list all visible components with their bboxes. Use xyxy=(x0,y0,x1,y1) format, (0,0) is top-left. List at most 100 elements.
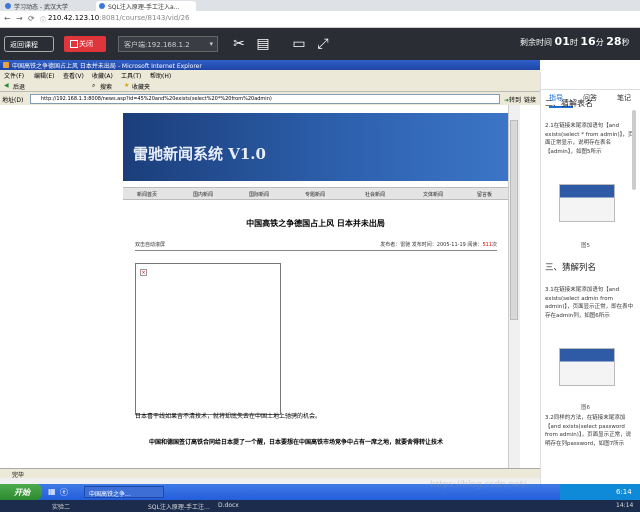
guide-panel: 指导 问答 笔记 二、猜解表名 2.1在链接末尾添加语句【and exists(… xyxy=(540,72,640,484)
ie-status-bar: 完毕 xyxy=(0,468,540,479)
article-paragraph: 日本喜干线如果吉不清技术，就将却底失去在中国土地上驰骋的机会。 xyxy=(135,413,322,420)
star-icon[interactable]: ★ xyxy=(124,82,129,89)
ie-scroll-thumb[interactable] xyxy=(510,120,518,320)
article-info: 发布者：雷驰 发布时间：2005-11-19 阅读：511次 xyxy=(380,241,497,248)
guide-scrollbar[interactable] xyxy=(632,110,636,190)
figure-5-caption: 图5 xyxy=(581,243,590,249)
reload-icon[interactable]: ⟳ xyxy=(28,14,35,23)
guide-tabs xyxy=(541,72,640,90)
tab-label: 学习动态 - 武汉大学 xyxy=(14,4,68,11)
site-banner: 雷驰新闻系统 V1.0 xyxy=(123,113,508,181)
taskbar-item-ie[interactable]: 中国高铁之争... xyxy=(84,486,164,498)
browser-address-bar: ← → ⟳ ⓘ 210.42.123.10:8081/course/8143/v… xyxy=(0,11,640,28)
browser-tab[interactable]: 学习动态 - 武汉大学 xyxy=(2,1,94,11)
browser-tab-strip: 学习动态 - 武汉大学 SQL注入原理-手工注入a... xyxy=(0,0,640,11)
browser-tab-active[interactable]: SQL注入原理-手工注入a... xyxy=(96,1,196,11)
timer-hours: 01 xyxy=(554,35,570,48)
nav-international[interactable]: 国际新闻 xyxy=(249,191,269,198)
remaining-time: 剩余时间 01时 16分 28秒 xyxy=(520,35,630,48)
broken-image-icon: × xyxy=(140,269,147,276)
start-button[interactable]: 开始 xyxy=(0,484,42,500)
nav-guestbook[interactable]: 留言板 xyxy=(477,191,492,198)
menu-tools[interactable]: 工具(T) xyxy=(121,71,141,80)
url-path: :8081/course/8143/vid/26 xyxy=(99,14,190,22)
timer-minutes: 16 xyxy=(580,35,596,48)
timer-label: 剩余时间 xyxy=(520,38,552,47)
article-info-text: 发布者：雷驰 发布时间：2005-11-19 阅读： xyxy=(380,242,483,248)
nav-domestic[interactable]: 国内新闻 xyxy=(193,191,213,198)
guide-step-3-2: 3.2同样的方法，在链接末尾添加【and exists(select passw… xyxy=(545,415,632,447)
ie-address-row: 地址(D) http://192.168.1.3:8008/news.asp?i… xyxy=(0,92,540,105)
tray-clock: 6:14 xyxy=(616,488,632,496)
host-taskbar: 实验二 SQL注入原理-手工注... D.docx 14:14 xyxy=(0,500,640,512)
guide-step-3-1: 3.1在链接末尾添加语句【and exists(select admin fro… xyxy=(545,287,634,319)
ie-address-value: http://192.168.1.3:8008/news.asp?id=45%2… xyxy=(41,96,272,102)
fullscreen-icon[interactable]: ⤢ xyxy=(314,34,332,54)
back-to-course-label: 返回课程 xyxy=(10,41,38,49)
timer-seconds: 28 xyxy=(606,35,622,48)
read-count: 511 xyxy=(482,242,492,248)
lab-toolbar: 返回课程 关闭 客户端:192.168.1.2 ▾ ✂ ▤ ▭ ⤢ 剩余时间 01… xyxy=(0,28,640,60)
guide-content: 二、猜解表名 2.1在链接末尾添加语句【and exists(select * … xyxy=(541,99,640,484)
article-paragraph-bold: 中国和德国签订高铁合同给日本提了一个醒，日本要想在中国高铁市场竞争中占有一席之地… xyxy=(149,439,444,446)
url-field[interactable]: 210.42.123.10:8081/course/8143/vid/26 xyxy=(48,14,189,22)
ie-back-icon[interactable]: ◀ xyxy=(4,82,9,89)
back-arrow-icon[interactable]: ← xyxy=(4,14,11,23)
ie-address-label: 地址(D) xyxy=(2,97,24,104)
read-unit: 次 xyxy=(491,242,497,248)
figure-6-image xyxy=(559,348,615,386)
article-image-placeholder: × xyxy=(135,263,281,415)
ie-icon[interactable]: ⓔ xyxy=(60,487,68,498)
url-host: 210.42.123.10 xyxy=(48,14,100,22)
tab-notes[interactable]: 笔记 xyxy=(617,93,631,103)
nav-special[interactable]: 专题新闻 xyxy=(305,191,325,198)
nav-society[interactable]: 社会新闻 xyxy=(365,191,385,198)
clipboard-icon[interactable]: ▤ xyxy=(254,34,272,54)
menu-view[interactable]: 查看(V) xyxy=(63,71,84,80)
menu-favorites[interactable]: 收藏(A) xyxy=(92,71,113,80)
menu-file[interactable]: 文件(F) xyxy=(4,71,24,80)
host-task-2[interactable]: SQL注入原理-手工注... xyxy=(148,502,210,511)
ie-title: 中国高铁之争德国占上风 日本并未出局 - Microsoft Internet … xyxy=(12,63,202,70)
timer-hour-unit: 时 xyxy=(569,38,578,47)
client-select[interactable]: 客户端:192.168.1.2 ▾ xyxy=(118,36,218,52)
watermark: https://blog.csdn.net/... xyxy=(430,480,535,490)
back-to-course-button[interactable]: 返回课程 xyxy=(4,36,54,52)
timer-minute-unit: 分 xyxy=(595,38,604,47)
ie-address-input[interactable]: http://192.168.1.3:8008/news.asp?id=45%2… xyxy=(30,94,500,104)
ie-favorites-label[interactable]: 收藏夹 xyxy=(132,82,150,91)
ie-back-label[interactable]: 后退 xyxy=(13,82,25,91)
close-button[interactable]: 关闭 xyxy=(64,36,106,52)
figure-6-caption: 图6 xyxy=(581,405,590,411)
guide-step-2-1: 2.1在链接末尾添加语句【and exists(select * from ad… xyxy=(545,123,634,155)
ie-search-label[interactable]: 搜索 xyxy=(100,82,112,91)
section-heading-prev: 二、猜解表名 xyxy=(545,99,593,108)
menu-help[interactable]: 帮助(H) xyxy=(150,71,171,80)
remote-taskbar: 开始 ▦ ⓔ 中国高铁之争... 6:14 xyxy=(0,484,640,500)
scissors-icon[interactable]: ✂ xyxy=(230,34,248,54)
tab-favicon-icon xyxy=(99,3,105,9)
ie-menu-bar: 文件(F) 编辑(E) 查看(V) 收藏(A) 工具(T) 帮助(H) xyxy=(0,70,540,80)
client-label: 客户端:192.168.1.2 xyxy=(124,41,190,49)
host-clock: 14:14 xyxy=(616,502,634,509)
forward-arrow-icon[interactable]: → xyxy=(16,14,23,23)
figure-5-image xyxy=(559,184,615,222)
article-meta: 双击自动滚屏 发布者：雷驰 发布时间：2005-11-19 阅读：511次 xyxy=(135,241,497,251)
tab-label: SQL注入原理-手工注入a... xyxy=(108,4,180,11)
ie-content: 雷驰新闻系统 V1.0 新闻首页 国内新闻 国际新闻 专题新闻 社会新闻 文体新… xyxy=(0,105,508,468)
timer-second-unit: 秒 xyxy=(621,38,630,47)
search-icon[interactable]: ⌕ xyxy=(92,82,95,90)
nav-home[interactable]: 新闻首页 xyxy=(137,191,157,198)
nav-sports[interactable]: 文体新闻 xyxy=(423,191,443,198)
desktop-icon[interactable]: ▦ xyxy=(48,487,56,496)
ie-go-button[interactable]: ➜转到 xyxy=(504,95,521,104)
info-icon: ⓘ xyxy=(40,17,47,24)
site-brand: 雷驰新闻系统 V1.0 xyxy=(133,145,266,163)
auto-scroll-hint: 双击自动滚屏 xyxy=(135,242,166,248)
host-task-1[interactable]: 实验二 xyxy=(52,502,70,511)
monitor-icon[interactable]: ▭ xyxy=(290,34,308,54)
host-task-3[interactable]: D.docx xyxy=(218,502,239,509)
ie-links-label[interactable]: 链接 xyxy=(524,95,536,104)
site-nav: 新闻首页 国内新闻 国际新闻 专题新闻 社会新闻 文体新闻 留言板 xyxy=(123,187,508,200)
menu-edit[interactable]: 编辑(E) xyxy=(34,71,54,80)
